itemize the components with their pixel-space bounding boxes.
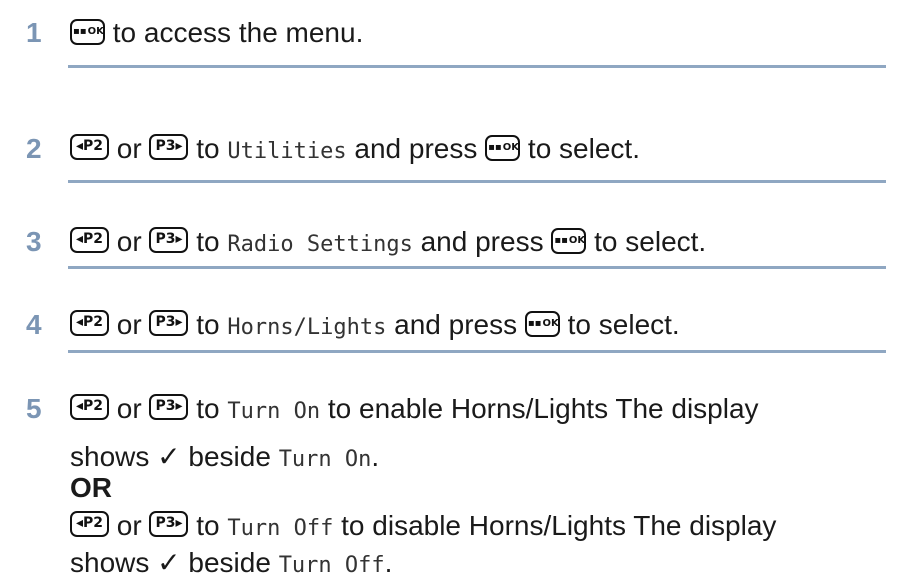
step-number: 2: [26, 133, 42, 164]
p3-key-icon: P3▸: [149, 394, 189, 420]
menu-item-horns-lights: Horns/Lights: [227, 315, 387, 340]
p2-key-icon: ◂P2: [70, 511, 109, 537]
p3-key-icon: P3▸: [149, 227, 189, 253]
menu-item-utilities: Utilities: [227, 139, 347, 164]
p3-key-icon: P3▸: [149, 134, 189, 160]
step-5: 5 ◂P2 or P3▸ to Turn On to enable Horns/…: [0, 389, 759, 432]
step-text: ▪▪OK to access the menu.: [70, 17, 363, 48]
menu-item-turn-on: Turn On: [278, 447, 372, 472]
step-4: 4 ◂P2 or P3▸ to Horns/Lights and press ▪…: [0, 305, 680, 348]
divider: [68, 266, 886, 269]
or-label: OR: [70, 472, 112, 503]
p2-key-icon: ◂P2: [70, 310, 109, 336]
ok-key-icon: ▪▪OK: [551, 228, 587, 254]
p2-key-icon: ◂P2: [70, 394, 109, 420]
p3-key-icon: P3▸: [149, 511, 189, 537]
p3-key-icon: P3▸: [149, 310, 189, 336]
divider: [68, 65, 886, 68]
step-number: 1: [26, 17, 42, 48]
menu-item-turn-off: Turn Off: [227, 516, 334, 541]
divider: [68, 180, 886, 183]
menu-item-turn-on: Turn On: [227, 399, 321, 424]
step-number: 3: [26, 226, 42, 257]
ok-key-icon: ▪▪OK: [524, 311, 560, 337]
step-2: 2 ◂P2 or P3▸ to Utilities and press ▪▪OK…: [0, 129, 640, 172]
step-5-shows-off: shows ✓ beside Turn Off.: [70, 547, 393, 578]
step-1: 1 ▪▪OK to access the menu.: [0, 13, 363, 53]
ok-key-icon: ▪▪OK: [70, 19, 105, 45]
p2-key-icon: ◂P2: [70, 134, 109, 160]
step-number: 4: [26, 309, 42, 340]
menu-item-turn-off: Turn Off: [278, 553, 385, 578]
step-1-text: to access the menu.: [112, 17, 364, 48]
divider: [68, 350, 886, 353]
step-number: 5: [26, 393, 42, 424]
p2-key-icon: ◂P2: [70, 227, 109, 253]
step-3: 3 ◂P2 or P3▸ to Radio Settings and press…: [0, 222, 706, 265]
ok-key-icon: ▪▪OK: [485, 135, 521, 161]
step-5-or: OR: [0, 470, 112, 506]
menu-item-radio-settings: Radio Settings: [227, 232, 413, 257]
